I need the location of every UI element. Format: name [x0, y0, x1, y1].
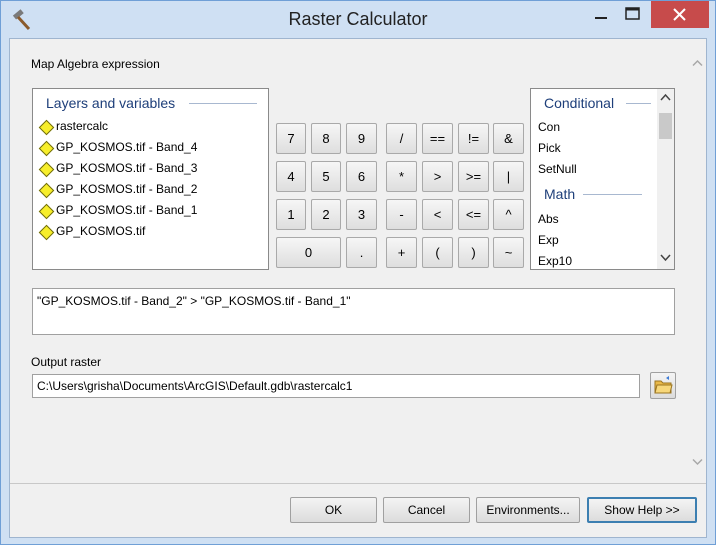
key-greater[interactable]: > — [422, 161, 453, 192]
footer-divider — [10, 483, 706, 484]
layer-item-label: GP_KOSMOS.tif - Band_4 — [56, 140, 198, 154]
layers-list[interactable]: Layers and variables rastercalc GP_KOSMO… — [32, 88, 269, 270]
key-multiply[interactable]: * — [386, 161, 417, 192]
raster-layer-icon — [38, 161, 55, 178]
conditional-header: Conditional — [544, 95, 615, 111]
cancel-button[interactable]: Cancel — [383, 497, 470, 523]
raster-layer-icon — [38, 182, 55, 199]
function-exp[interactable]: Exp — [538, 233, 559, 247]
key-3[interactable]: 3 — [346, 199, 377, 230]
browse-output-button[interactable] — [650, 372, 676, 399]
key-right-paren[interactable]: ) — [458, 237, 489, 268]
key-divide[interactable]: / — [386, 123, 417, 154]
scroll-up-icon[interactable] — [660, 93, 671, 102]
key-not[interactable]: ~ — [493, 237, 524, 268]
title-bar[interactable]: Raster Calculator — [1, 1, 715, 38]
function-exp10[interactable]: Exp10 — [538, 254, 572, 268]
key-greater-equal[interactable]: >= — [458, 161, 489, 192]
key-6[interactable]: 6 — [346, 161, 377, 192]
key-left-paren[interactable]: ( — [422, 237, 453, 268]
function-con[interactable]: Con — [538, 120, 560, 134]
close-icon — [673, 8, 686, 21]
function-setnull[interactable]: SetNull — [538, 162, 577, 176]
expression-label: Map Algebra expression — [31, 57, 160, 71]
expression-textbox[interactable]: "GP_KOSMOS.tif - Band_2" > "GP_KOSMOS.ti… — [32, 288, 675, 335]
layer-item-label: rastercalc — [56, 119, 109, 133]
dialog-pane: Map Algebra expression Layers and variab… — [10, 39, 706, 483]
function-abs[interactable]: Abs — [538, 212, 559, 226]
conditional-header-divider — [626, 103, 651, 104]
key-5[interactable]: 5 — [311, 161, 341, 192]
close-button[interactable] — [651, 1, 709, 28]
minimize-icon — [595, 17, 607, 19]
raster-calculator-window: Raster Calculator Map Algebra expression — [0, 0, 716, 545]
key-8[interactable]: 8 — [311, 123, 341, 154]
scroll-up-icon[interactable] — [692, 58, 703, 69]
key-less-equal[interactable]: <= — [458, 199, 489, 230]
key-plus[interactable]: + — [386, 237, 417, 268]
key-decimal[interactable]: . — [346, 237, 377, 268]
layer-item-label: GP_KOSMOS.tif - Band_1 — [56, 203, 198, 217]
raster-layer-icon — [38, 119, 55, 136]
math-header: Math — [544, 186, 576, 202]
expression-text: "GP_KOSMOS.tif - Band_2" > "GP_KOSMOS.ti… — [37, 294, 351, 308]
open-folder-icon — [654, 376, 673, 394]
scroll-down-icon[interactable] — [692, 456, 703, 467]
layer-item-label: GP_KOSMOS.tif - Band_2 — [56, 182, 198, 196]
math-header-divider — [583, 194, 642, 195]
functions-scrollbar[interactable] — [657, 89, 674, 269]
key-and[interactable]: & — [493, 123, 524, 154]
dialog-scrollbar[interactable] — [689, 39, 706, 483]
key-not-equal[interactable]: != — [458, 123, 489, 154]
maximize-icon — [625, 7, 640, 20]
output-raster-label: Output raster — [31, 355, 102, 369]
raster-layer-icon — [38, 140, 55, 157]
output-raster-value: C:\Users\grisha\Documents\ArcGIS\Default… — [37, 379, 353, 393]
key-or[interactable]: | — [493, 161, 524, 192]
raster-layer-icon — [38, 224, 55, 241]
key-1[interactable]: 1 — [276, 199, 306, 230]
dialog-client: Map Algebra expression Layers and variab… — [9, 38, 707, 538]
maximize-button[interactable] — [618, 1, 648, 28]
key-7[interactable]: 7 — [276, 123, 306, 154]
raster-layer-icon — [38, 203, 55, 220]
function-pick[interactable]: Pick — [538, 141, 561, 155]
show-help-button[interactable]: Show Help >> — [587, 497, 697, 523]
key-4[interactable]: 4 — [276, 161, 306, 192]
key-2[interactable]: 2 — [311, 199, 341, 230]
scrollbar-thumb[interactable] — [659, 113, 672, 139]
key-less[interactable]: < — [422, 199, 453, 230]
environments-button[interactable]: Environments... — [476, 497, 580, 523]
layers-header-divider — [189, 103, 257, 104]
layer-item-label: GP_KOSMOS.tif — [56, 224, 146, 238]
minimize-button[interactable] — [586, 1, 616, 28]
output-raster-input[interactable]: C:\Users\grisha\Documents\ArcGIS\Default… — [32, 374, 640, 398]
scroll-down-icon[interactable] — [660, 253, 671, 262]
key-9[interactable]: 9 — [346, 123, 377, 154]
key-xor[interactable]: ^ — [493, 199, 524, 230]
key-minus[interactable]: - — [386, 199, 417, 230]
key-equal[interactable]: == — [422, 123, 453, 154]
key-0[interactable]: 0 — [276, 237, 341, 268]
functions-list[interactable]: Conditional Con Pick SetNull Math Abs Ex… — [530, 88, 675, 270]
layer-item-label: GP_KOSMOS.tif - Band_3 — [56, 161, 198, 175]
ok-button[interactable]: OK — [290, 497, 377, 523]
layers-header: Layers and variables — [46, 95, 176, 111]
